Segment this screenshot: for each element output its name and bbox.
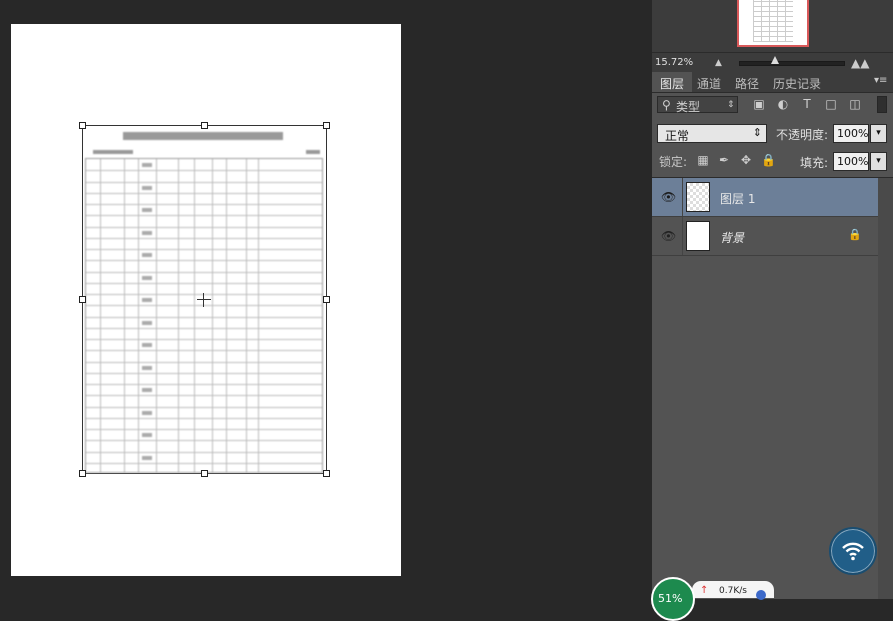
zoom-in-icon[interactable]: ▲▲ [851, 56, 869, 70]
layer-thumbnail [686, 221, 710, 251]
filter-kind-label: 类型 [676, 100, 701, 114]
blend-row: 正常 ⇕ 不透明度: 100% ▾ [652, 121, 893, 145]
transform-handle-top-right[interactable] [323, 122, 330, 129]
tab-channels[interactable]: 通道 [697, 75, 721, 92]
blend-mode-value: 正常 [665, 129, 690, 143]
filter-kind-select[interactable]: ⚲ 类型 ⇕ [657, 96, 738, 114]
zoom-out-icon[interactable]: ▲ [715, 58, 722, 68]
cpu-usage-value: 51% [658, 592, 683, 605]
adjustment-filter-icon[interactable]: ◐ [776, 97, 790, 111]
eye-icon[interactable]: 👁 [661, 190, 676, 204]
lock-all-icon[interactable]: 🔒 [761, 153, 776, 167]
layer-filter-row: ⚲ 类型 ⇕ ▣ ◐ T □ ◫ [652, 93, 893, 117]
tab-layers[interactable]: 图层 [660, 75, 684, 92]
zoom-value[interactable]: 15.72% [655, 57, 693, 68]
smart-object-filter-icon[interactable]: ◫ [848, 97, 862, 111]
tab-history[interactable]: 历史记录 [773, 75, 821, 92]
zoom-slider[interactable] [739, 61, 845, 66]
type-filter-icon[interactable]: T [800, 97, 814, 111]
navigator-view-frame[interactable] [737, 0, 809, 47]
opacity-input[interactable]: 100% [833, 124, 869, 143]
network-speed-widget[interactable]: ↑ 0.7K/s [692, 581, 774, 600]
navigator-zoom-row: 15.72% ▲ ▲▲ [652, 52, 893, 73]
lock-image-pixels-icon[interactable]: ✒ [717, 153, 731, 167]
transform-handle-top-left[interactable] [79, 122, 86, 129]
layer-name[interactable]: 图层 1 [720, 190, 755, 207]
layers-scrollbar[interactable] [878, 178, 893, 599]
chevron-updown-icon: ⇕ [727, 100, 735, 110]
transform-handle-bottom-left[interactable] [79, 470, 86, 477]
zoom-slider-knob[interactable] [771, 56, 780, 64]
upload-rate: 0.7K/s [719, 586, 747, 596]
tab-paths[interactable]: 路径 [735, 75, 759, 92]
lock-position-icon[interactable]: ✥ [739, 153, 753, 167]
opacity-label: 不透明度: [776, 128, 829, 142]
lock-icon: 🔒 [848, 228, 862, 241]
search-icon: ⚲ [662, 98, 671, 112]
eye-icon[interactable]: 👁 [661, 229, 676, 243]
cpu-usage-badge[interactable]: 51% [651, 577, 695, 621]
lock-transparent-pixels-icon[interactable]: ▦ [696, 153, 710, 167]
navigator-panel [652, 0, 893, 52]
layer-row-background[interactable]: 👁 背景 🔒 [652, 217, 878, 256]
blend-mode-select[interactable]: 正常 ⇕ [657, 124, 767, 143]
image-filter-icon[interactable]: ▣ [752, 97, 766, 111]
shape-filter-icon[interactable]: □ [824, 97, 838, 111]
transform-handle-bottom-right[interactable] [323, 470, 330, 477]
lock-label: 锁定: [659, 155, 688, 169]
wifi-icon[interactable] [829, 527, 877, 575]
right-panel: 15.72% ▲ ▲▲ 图层 通道 路径 历史记录 ▾≡ ⚲ 类型 ⇕ ▣ ◐ … [652, 0, 893, 599]
transform-handle-middle-right[interactable] [323, 296, 330, 303]
layer-name[interactable]: 背景 [720, 229, 744, 246]
panel-menu-icon[interactable]: ▾≡ [874, 75, 887, 86]
upload-arrow-icon: ↑ [700, 585, 709, 596]
filter-toggle[interactable] [877, 96, 887, 113]
fill-label: 填充: [800, 156, 829, 170]
network-status-icon [756, 590, 766, 600]
panel-tabs: 图层 通道 路径 历史记录 ▾≡ [652, 72, 893, 93]
transform-handle-bottom-center[interactable] [201, 470, 208, 477]
chevron-updown-icon: ⇕ [752, 126, 762, 139]
transform-handle-top-center[interactable] [201, 122, 208, 129]
fill-dropdown-button[interactable]: ▾ [870, 152, 887, 171]
opacity-dropdown-button[interactable]: ▾ [870, 124, 887, 143]
layer-thumbnail [686, 182, 710, 212]
transform-pivot-icon[interactable] [197, 293, 211, 307]
transform-handle-middle-left[interactable] [79, 296, 86, 303]
fill-input[interactable]: 100% [833, 152, 869, 171]
canvas-area[interactable] [0, 0, 652, 598]
layer-row-layer1[interactable]: 👁 图层 1 [652, 178, 878, 217]
lock-row: 锁定: ▦ ✒ ✥ 🔒 填充: 100% ▾ [652, 149, 893, 173]
